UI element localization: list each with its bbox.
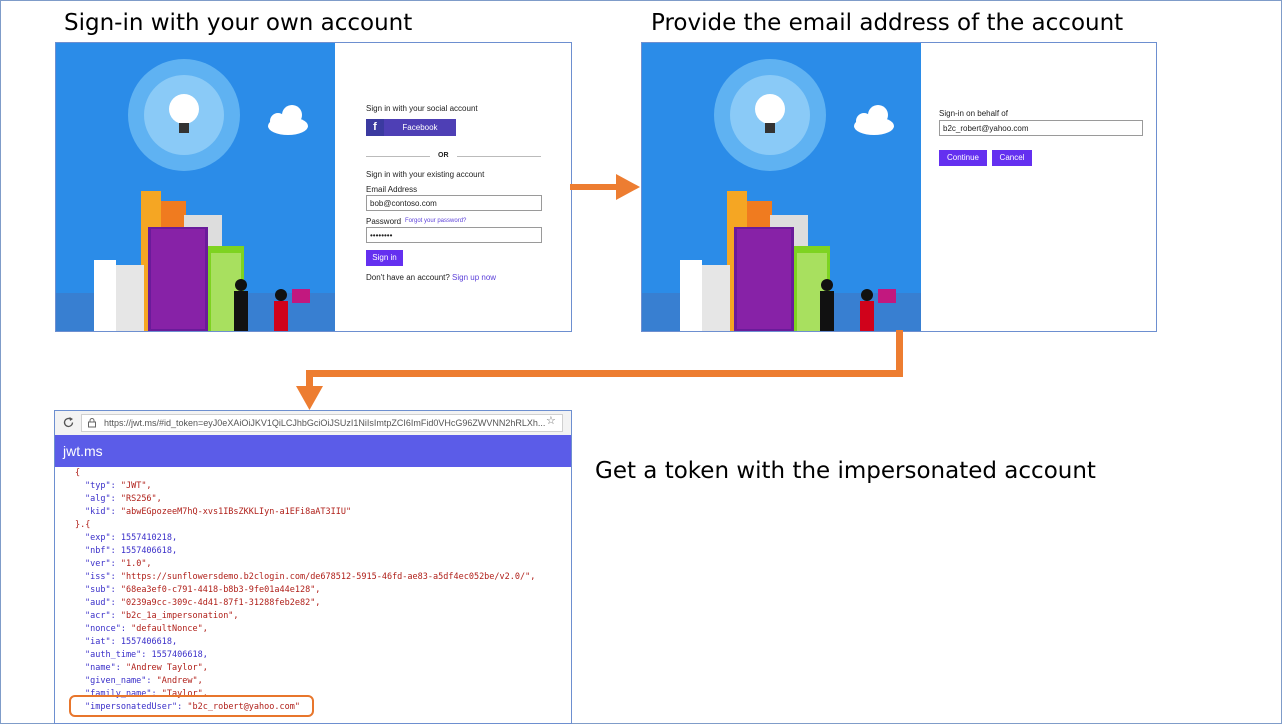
token-separator: }.{ (75, 520, 91, 530)
impersonated-user-highlight (69, 695, 314, 717)
signin-form: Sign in with your social account f Faceb… (335, 43, 571, 331)
browser-window: https://jwt.ms/#id_token=eyJ0eXAiOiJKV1Q… (54, 410, 572, 724)
token-claim-line: "nonce": "defaultNonce", (85, 624, 208, 634)
star-icon[interactable]: ☆ (546, 414, 556, 427)
address-bar: https://jwt.ms/#id_token=eyJ0eXAiOiJKV1Q… (55, 411, 571, 436)
token-claim-line: "name": "Andrew Taylor", (85, 663, 208, 673)
social-account-title: Sign in with your social account (366, 104, 478, 113)
signin-panel: Sign in with your social account f Faceb… (55, 42, 572, 332)
url-field[interactable]: https://jwt.ms/#id_token=eyJ0eXAiOiJKV1Q… (81, 414, 563, 432)
behalf-panel: Sign-in on behalf of b2c_robert@yahoo.co… (641, 42, 1157, 332)
email-field[interactable]: bob@contoso.com (366, 195, 542, 211)
sign-in-button[interactable]: Sign in (366, 250, 403, 266)
city-illustration (56, 43, 335, 331)
token-header-line: "kid": "abwEGpozeeM7hQ-xvs1IBsZKKLIyn-a1… (85, 507, 352, 517)
token-claim-line: "ver": "1.0", (85, 559, 152, 569)
token-claim-line: "acr": "b2c_1a_impersonation", (85, 611, 239, 621)
forgot-password-link[interactable]: Forgot your password? (405, 218, 466, 224)
continue-button[interactable]: Continue (939, 150, 987, 166)
facebook-icon: f (366, 119, 384, 136)
or-divider-right (457, 156, 541, 157)
no-account-label: Don't have an account? (366, 273, 450, 282)
caption-sign-in: Sign-in with your own account (64, 10, 413, 36)
behalf-form: Sign-in on behalf of b2c_robert@yahoo.co… (921, 43, 1156, 331)
token-claim-line: "exp": 1557410218, (85, 533, 178, 543)
site-header: jwt.ms (55, 435, 571, 467)
existing-account-title: Sign in with your existing account (366, 170, 485, 179)
caption-provide-email: Provide the email address of the account (651, 10, 1124, 36)
facebook-button[interactable]: f Facebook (366, 119, 456, 136)
token-claim-line: "iat": 1557406618, (85, 637, 178, 647)
email-label: Email Address (366, 185, 418, 194)
password-label: Password (366, 217, 402, 226)
sign-up-link[interactable]: Sign up now (452, 273, 496, 282)
token-claim-line: "sub": "68ea3ef0-c791-4418-b8b3-9fe01a44… (85, 585, 321, 595)
token-open-brace: { (75, 468, 81, 478)
behalf-email-field[interactable]: b2c_robert@yahoo.com (939, 120, 1143, 136)
caption-get-token: Get a token with the impersonated accoun… (595, 458, 1096, 484)
token-header-line: "typ": "JWT", (85, 481, 152, 491)
or-label: OR (438, 152, 449, 159)
city-illustration (642, 43, 921, 331)
lock-icon (88, 418, 96, 428)
facebook-label: Facebook (402, 123, 438, 132)
token-claim-line: "iss": "https://sunflowersdemo.b2clogin.… (85, 572, 536, 582)
token-header-line: "alg": "RS256", (85, 494, 162, 504)
arrow-right (570, 174, 640, 200)
password-field[interactable]: •••••••• (366, 227, 542, 243)
arrow-elbow (296, 330, 903, 410)
cancel-button[interactable]: Cancel (992, 150, 1032, 166)
token-claim-line: "given_name": "Andrew", (85, 676, 203, 686)
token-claim-line: "auth_time": 1557406618, (85, 650, 208, 660)
behalf-label: Sign-in on behalf of (939, 109, 1008, 118)
refresh-icon[interactable] (62, 416, 75, 429)
token-claim-line: "aud": "0239a9cc-309c-4d41-87f1-31288feb… (85, 598, 321, 608)
token-claim-line: "nbf": 1557406618, (85, 546, 178, 556)
or-divider-left (366, 156, 430, 157)
no-account-text: Don't have an account? Sign up now (366, 273, 496, 282)
